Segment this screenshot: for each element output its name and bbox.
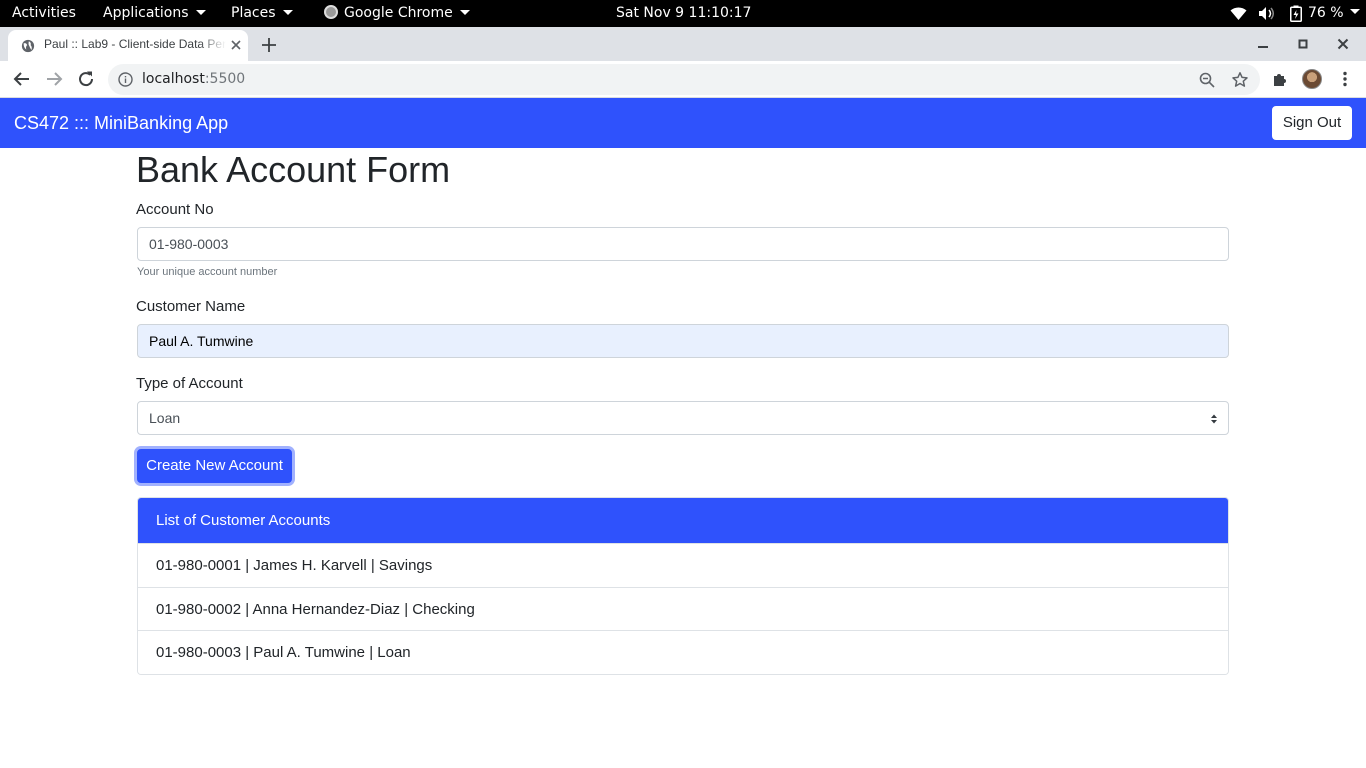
account-type-label: Type of Account bbox=[136, 375, 243, 392]
close-tab-icon[interactable] bbox=[229, 38, 243, 52]
chrome-icon bbox=[324, 4, 338, 19]
chevron-down-icon bbox=[195, 9, 206, 15]
account-type-select[interactable]: Loan bbox=[137, 401, 1229, 435]
more-menu-icon[interactable] bbox=[1336, 70, 1354, 88]
create-account-button[interactable]: Create New Account bbox=[137, 449, 292, 483]
volume-icon[interactable] bbox=[1258, 6, 1276, 21]
system-top-bar: Activities Applications Places Google Ch… bbox=[0, 0, 1366, 27]
places-label: Places bbox=[231, 5, 276, 21]
tab-strip: Paul :: Lab9 - Client-side Data Persiste… bbox=[0, 27, 1366, 61]
tab-title: Paul :: Lab9 - Client-side Data Persiste… bbox=[44, 37, 226, 51]
clock[interactable]: Sat Nov 9 11:10:17 bbox=[616, 0, 751, 27]
chevron-down-icon bbox=[282, 9, 293, 15]
accounts-list: List of Customer Accounts 01-980-0001 | … bbox=[137, 497, 1229, 675]
url-text: localhost:5500 bbox=[142, 64, 245, 95]
reload-icon[interactable] bbox=[76, 69, 96, 89]
select-arrows-icon bbox=[1211, 414, 1217, 424]
browser-toolbar: localhost:5500 bbox=[0, 61, 1366, 98]
app-brand[interactable]: CS472 ::: MiniBanking App bbox=[14, 98, 228, 148]
customer-name-input[interactable]: Paul A. Tumwine bbox=[137, 324, 1229, 358]
maximize-icon[interactable] bbox=[1295, 36, 1311, 52]
chevron-down-icon bbox=[459, 9, 470, 15]
site-info-icon[interactable] bbox=[118, 72, 133, 87]
accounts-list-header: List of Customer Accounts bbox=[138, 498, 1228, 543]
system-menu-chevron-icon[interactable] bbox=[1350, 9, 1360, 14]
url-port: :5500 bbox=[204, 71, 246, 87]
app-navbar: CS472 ::: MiniBanking App bbox=[0, 98, 1366, 148]
customer-name-label: Customer Name bbox=[136, 298, 246, 315]
battery-icon[interactable] bbox=[1290, 5, 1302, 22]
new-tab-icon[interactable] bbox=[260, 36, 278, 54]
list-item: 01-980-0001 | James H. Karvell | Savings bbox=[138, 543, 1228, 587]
account-no-help-text: Your unique account number bbox=[137, 266, 278, 278]
applications-label: Applications bbox=[103, 5, 189, 21]
page-title: Bank Account Form bbox=[136, 149, 451, 190]
zoom-icon[interactable] bbox=[1198, 71, 1216, 89]
bookmark-star-icon[interactable] bbox=[1231, 71, 1249, 89]
profile-avatar[interactable] bbox=[1302, 69, 1322, 89]
wifi-icon[interactable] bbox=[1230, 6, 1247, 21]
browser-tab[interactable]: Paul :: Lab9 - Client-side Data Persiste… bbox=[8, 30, 248, 61]
battery-percentage: 76 % bbox=[1308, 5, 1344, 21]
url-host: localhost bbox=[142, 71, 205, 87]
forward-icon[interactable] bbox=[44, 69, 64, 89]
extensions-icon[interactable] bbox=[1271, 70, 1289, 88]
address-bar[interactable]: localhost:5500 bbox=[108, 64, 1260, 95]
places-menu[interactable]: Places bbox=[231, 0, 293, 27]
close-window-icon[interactable] bbox=[1335, 36, 1351, 52]
account-no-label: Account No bbox=[136, 201, 214, 218]
account-no-input[interactable]: 01-980-0003 bbox=[137, 227, 1229, 261]
list-item: 01-980-0002 | Anna Hernandez-Diaz | Chec… bbox=[138, 586, 1228, 630]
account-type-selected-value: Loan bbox=[149, 410, 181, 426]
globe-icon bbox=[21, 39, 35, 53]
applications-menu[interactable]: Applications bbox=[103, 0, 206, 27]
list-item: 01-980-0003 | Paul A. Tumwine | Loan bbox=[138, 630, 1228, 674]
back-icon[interactable] bbox=[12, 69, 32, 89]
minimize-icon[interactable] bbox=[1255, 36, 1271, 52]
sign-out-button[interactable]: Sign Out bbox=[1272, 106, 1352, 140]
activities-button[interactable]: Activities bbox=[12, 0, 76, 27]
app-name: Google Chrome bbox=[344, 5, 453, 21]
app-menu[interactable]: Google Chrome bbox=[324, 0, 470, 27]
